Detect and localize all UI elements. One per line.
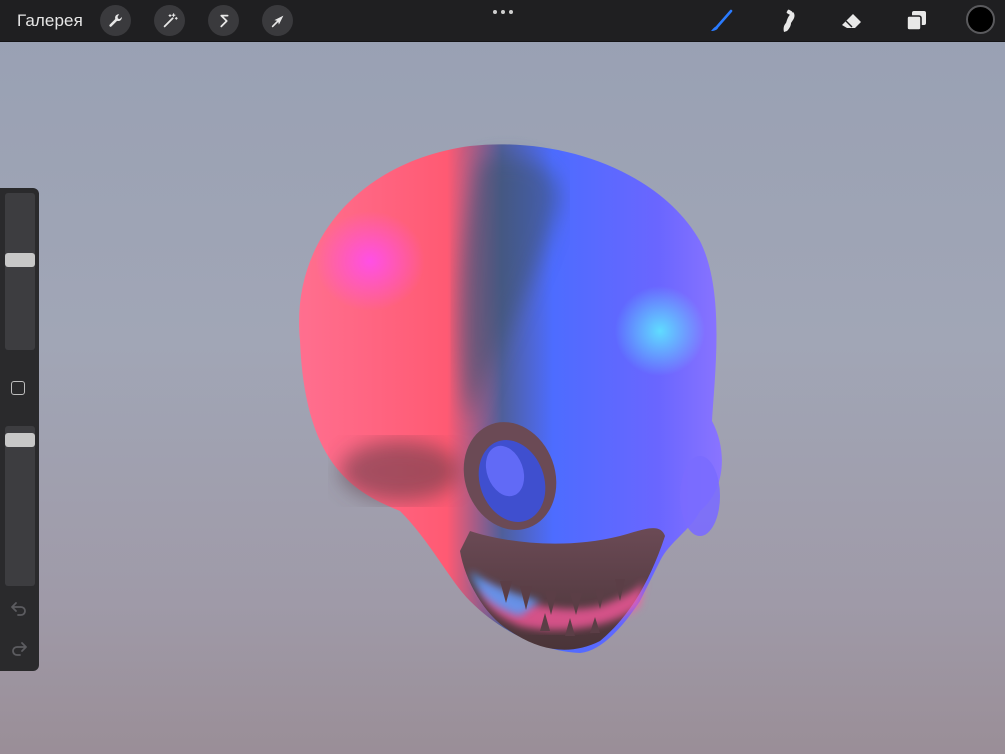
brush-icon: [711, 9, 733, 31]
canvas-artwork[interactable]: [0, 41, 1005, 754]
redo-icon: [12, 642, 27, 656]
modify-button[interactable]: [11, 381, 25, 395]
more-options-button[interactable]: [490, 7, 516, 17]
layers-button[interactable]: [902, 6, 932, 36]
redo-button[interactable]: [10, 640, 28, 656]
arrow-cursor-icon: [271, 15, 283, 27]
color-picker-button[interactable]: [966, 5, 995, 34]
magic-wand-icon: [163, 12, 178, 27]
transform-button[interactable]: [262, 5, 293, 36]
adjustments-button[interactable]: [154, 5, 185, 36]
wrench-icon: [108, 13, 122, 27]
smudge-icon: [783, 9, 795, 32]
layers-icon: [906, 11, 926, 31]
top-toolbar: Галерея: [0, 0, 1005, 42]
opacity-slider-thumb[interactable]: [5, 433, 35, 447]
ellipsis-icon: [493, 10, 497, 14]
brush-size-slider[interactable]: [5, 193, 35, 350]
gallery-button[interactable]: Галерея: [17, 11, 83, 31]
smudge-tool-button[interactable]: [772, 6, 802, 36]
left-sidebar: [0, 188, 39, 671]
selection-button[interactable]: [208, 5, 239, 36]
brush-size-slider-thumb[interactable]: [5, 253, 35, 267]
paint-tool-button[interactable]: [707, 6, 737, 36]
selection-s-icon: [219, 14, 228, 27]
undo-icon: [11, 602, 26, 616]
undo-button[interactable]: [10, 600, 28, 616]
opacity-slider[interactable]: [5, 426, 35, 586]
eraser-icon: [842, 14, 861, 28]
eraser-tool-button[interactable]: [837, 6, 867, 36]
actions-button[interactable]: [100, 5, 131, 36]
